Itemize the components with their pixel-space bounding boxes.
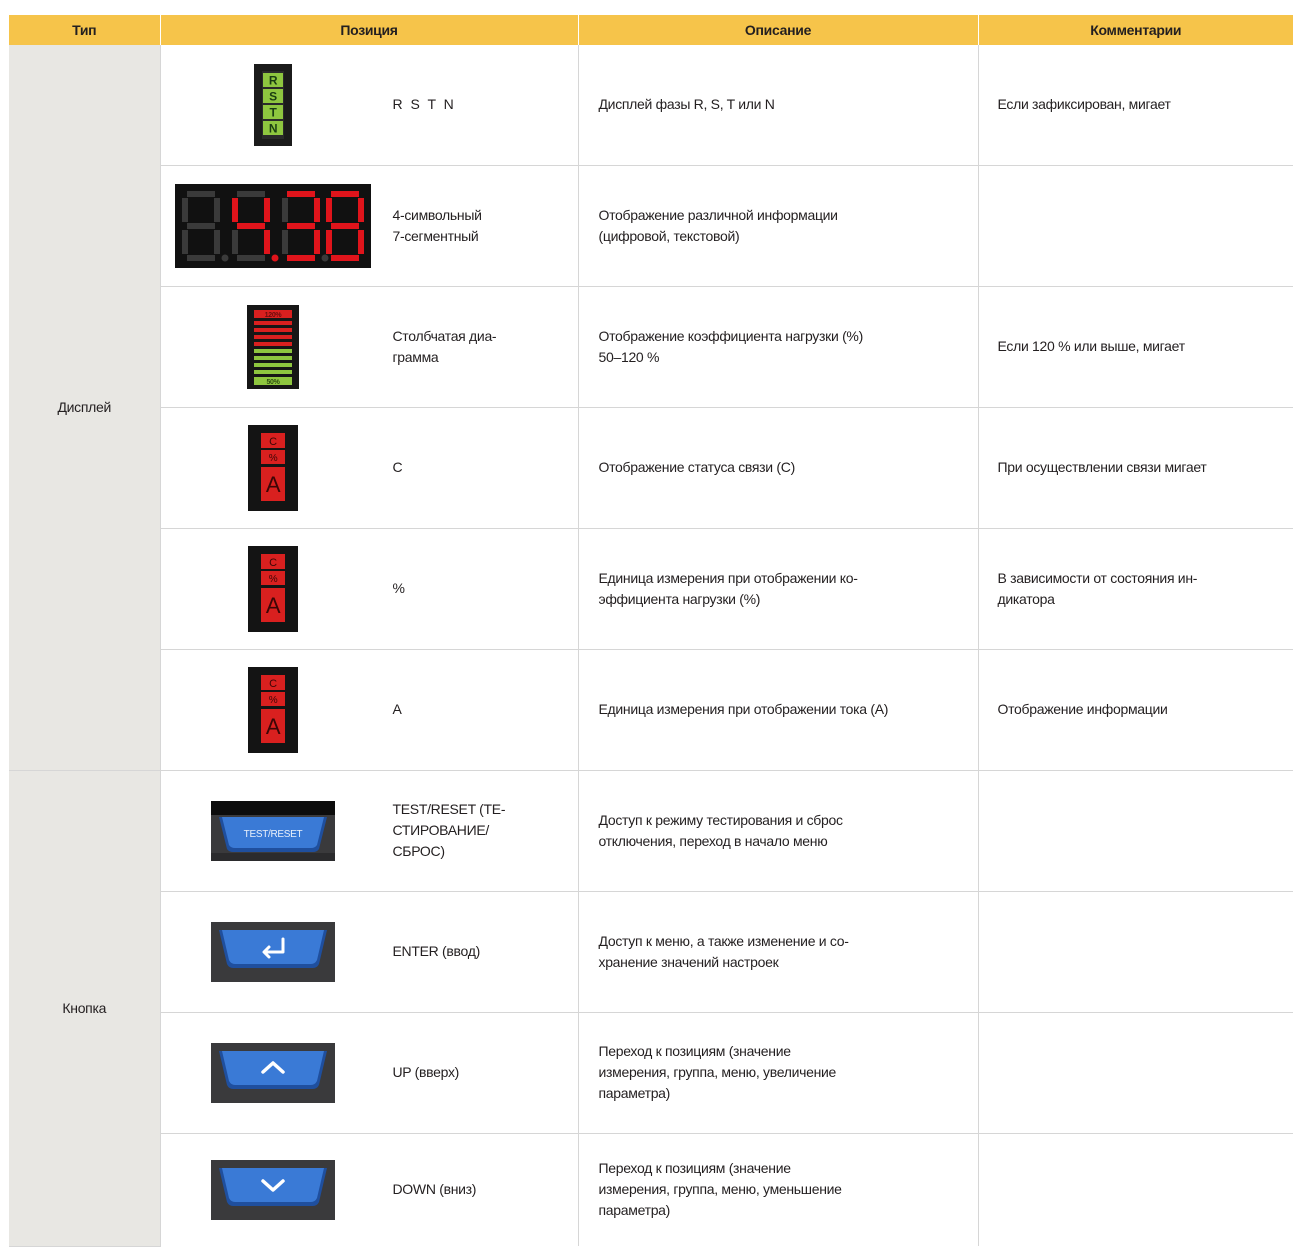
position-cell: R S T N R S T N [159,45,578,166]
table-row: 120% 50% Столбчатая диа-грамма Отображен… [9,286,1293,408]
svg-text:T: T [269,105,277,119]
comment-cell [977,770,1293,892]
position-label: DOWN (вниз) [392,1181,477,1198]
rstn-phase-indicator-icon: R S T N [161,63,386,146]
svg-text:120%: 120% [265,312,283,319]
down-button-icon [161,1159,386,1220]
c-percent-a-indicator-icon: C % A [161,424,386,511]
group-display: Дисплей [9,45,160,771]
table-row: Кнопка TEST/RESET TEST/RESET (ТЕ- СТИРОВА… [9,770,1293,1247]
test-reset-button-icon: TEST/RESET [161,800,386,861]
description-cell: Переход к позициям (значение измерения, г… [577,1012,978,1134]
svg-text:%: % [269,453,278,464]
position-cell: 120% 50% Столбчатая диа-грамма [159,286,578,408]
table-row: C % A % Единица измерения при отображени… [9,528,1293,650]
position-cell: C % A % [159,528,578,650]
comment-cell: При осуществлении связи мигает [977,407,1293,529]
enter-button-icon [161,921,386,982]
table-row: C % A A Единица измерения при отображени… [9,649,1293,771]
description-cell: Отображение коэффициента нагрузки (%) 50–… [577,286,978,408]
description-cell: Отображение статуса связи (C) [577,407,978,529]
description-cell: Переход к позициям (значение измерения, г… [577,1133,978,1246]
description-cell: Доступ к режиму тестирования и сброс откл… [577,770,978,892]
table-row: DOWN (вниз) Переход к позициям (значение… [9,1133,1293,1246]
svg-text:%: % [269,574,278,585]
up-button-icon [161,1042,386,1103]
svg-text:A: A [266,472,281,497]
position-label: ENTER (ввод) [392,943,481,959]
table-row: UP (вверх) Переход к позициям (значение и… [9,1012,1293,1134]
comment-cell: Если 120 % или выше, мигает [977,286,1293,408]
position-label: TEST/RESET (ТЕ- СТИРОВАНИЕ/СБРОС) [392,801,506,859]
position-label: R S T N [392,96,456,113]
position-cell: ENTER (ввод) [159,891,578,1013]
description-cell: Доступ к меню, а также изменение и со-хр… [577,891,978,1013]
header-row: Тип Позиция Описание Комментарии [9,15,1293,45]
svg-text:R: R [269,73,278,87]
svg-text:A: A [266,593,281,618]
comment-cell [977,1012,1293,1134]
table-row: C % A C Отображение статуса связи (C) Пр… [9,407,1293,529]
position-label: UP (вверх) [392,1064,460,1080]
group-button: Кнопка [9,770,160,1247]
table-row: 4-символьный 7-сегментный Отображение раз… [9,165,1293,287]
description-cell: Отображение различной информации (цифрово… [577,165,978,287]
svg-text:N: N [269,121,277,135]
description-cell: Единица измерения при отображении ко-эфф… [577,528,978,650]
header-description: Описание [577,15,978,45]
comment-cell: Если зафиксирован, мигает [977,45,1293,166]
bar-graph-icon: 120% 50% [161,304,386,389]
comment-cell [977,165,1293,287]
position-cell: TEST/RESET TEST/RESET (ТЕ- СТИРОВАНИЕ/СБР… [159,770,578,892]
description-cell: Дисплей фазы R, S, T или N [577,45,978,166]
comment-cell: В зависимости от состояния ин-дикатора [977,528,1293,650]
comment-cell [977,891,1293,1013]
svg-text:%: % [269,695,278,706]
position-cell: UP (вверх) [159,1012,578,1134]
seven-segment-display-icon [161,183,386,268]
position-cell: DOWN (вниз) [159,1133,578,1246]
description-cell: Единица измерения при отображении тока (… [577,649,978,771]
position-cell: C % A A [159,649,578,771]
svg-text:C: C [269,557,277,569]
comment-cell: Отображение информации [977,649,1293,771]
svg-text:50%: 50% [266,379,280,386]
position-label: C [392,459,403,475]
position-label: % [392,580,405,596]
svg-text:A: A [266,714,281,739]
position-label: Столбчатая диа-грамма [392,327,497,365]
comment-cell [977,1133,1293,1246]
c-percent-a-indicator-icon: C % A [161,545,386,632]
svg-text:TEST/RESET: TEST/RESET [244,829,303,840]
position-label: A [392,701,402,717]
table-row: ENTER (ввод) Доступ к меню, а также изме… [9,891,1293,1013]
position-cell: C % A C [159,407,578,529]
position-cell: 4-символьный 7-сегментный [159,165,578,287]
c-percent-a-indicator-icon: C % A [161,666,386,753]
header-type: Тип [9,15,160,45]
spec-table: Тип Позиция Описание Комментарии Дисплей [9,15,1293,1247]
svg-text:S: S [269,89,277,103]
table-row: Дисплей R S T N R S T N Дисплей фазы R, … [9,45,1293,771]
svg-text:C: C [269,436,277,448]
svg-text:C: C [269,678,277,690]
header-comments: Комментарии [977,15,1293,45]
position-label: 4-символьный 7-сегментный [392,206,482,244]
header-position: Позиция [159,15,578,45]
